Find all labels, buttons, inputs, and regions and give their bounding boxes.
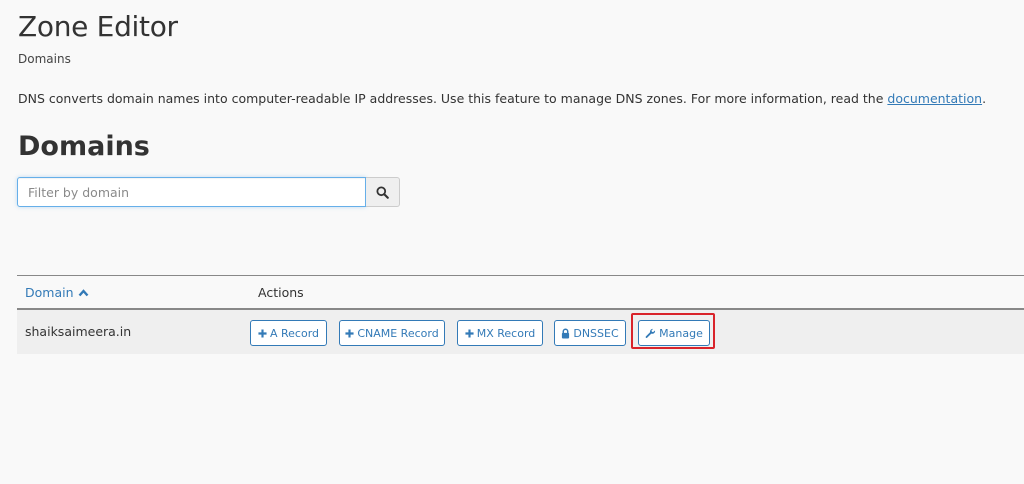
search-button[interactable] — [366, 177, 400, 207]
plus-icon — [345, 328, 354, 338]
table-header: Domain Actions — [17, 275, 1024, 310]
domains-table: Domain Actions shaiksaimeera.in A Record… — [17, 275, 1024, 354]
add-a-record-button[interactable]: A Record — [250, 320, 327, 346]
add-mx-record-label: MX Record — [476, 326, 536, 340]
dnssec-button[interactable]: DNSSEC — [554, 320, 626, 346]
plus-icon — [465, 328, 474, 338]
search-group — [17, 177, 400, 207]
intro-description: DNS converts domain names into computer-… — [18, 91, 888, 106]
add-cname-record-button[interactable]: CNAME Record — [339, 320, 445, 346]
add-a-record-label: A Record — [269, 326, 320, 340]
intro-suffix: . — [982, 91, 987, 106]
section-title: Domains — [18, 131, 150, 162]
page-title: Zone Editor — [18, 10, 178, 43]
table-row: shaiksaimeera.in A Record CNAME Record M… — [17, 310, 1024, 354]
add-mx-record-button[interactable]: MX Record — [457, 320, 543, 346]
intro-text: DNS converts domain names into computer-… — [18, 91, 986, 106]
column-header-domain[interactable]: Domain — [25, 285, 89, 300]
column-header-domain-label: Domain — [25, 285, 74, 300]
column-header-actions: Actions — [258, 285, 304, 300]
search-input[interactable] — [17, 177, 366, 207]
manage-label: Manage — [659, 326, 703, 340]
chevron-up-icon — [78, 288, 89, 297]
add-cname-record-label: CNAME Record — [357, 326, 439, 340]
plus-icon — [258, 328, 267, 338]
manage-button[interactable]: Manage — [638, 320, 710, 346]
wrench-icon — [645, 328, 656, 339]
lock-icon — [561, 328, 570, 339]
search-icon — [376, 185, 389, 199]
dnssec-label: DNSSEC — [573, 326, 619, 340]
documentation-link[interactable]: documentation — [887, 91, 982, 106]
domain-cell: shaiksaimeera.in — [25, 324, 132, 339]
breadcrumb: Domains — [18, 52, 71, 66]
